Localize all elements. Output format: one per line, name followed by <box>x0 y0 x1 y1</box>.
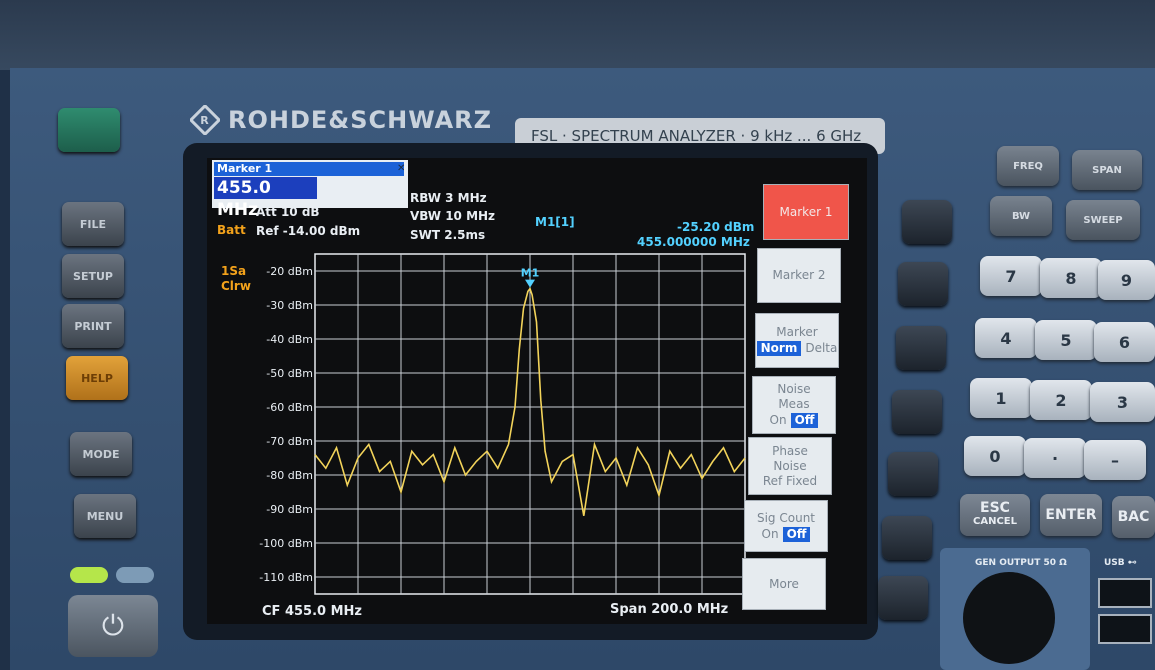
y-tick-label: -80 dBm <box>266 469 313 482</box>
side-key-1[interactable] <box>902 200 952 244</box>
batt-indicator: Batt <box>217 223 246 237</box>
file-key[interactable]: FILE <box>62 202 124 246</box>
sweep-time-readout: SWT 2.5ms <box>410 228 486 242</box>
key-minus[interactable]: – <box>1084 440 1146 480</box>
key-0[interactable]: 0 <box>964 436 1026 476</box>
y-tick-label: -100 dBm <box>259 537 313 550</box>
side-key-3[interactable] <box>896 326 946 370</box>
enter-key[interactable]: ENTER <box>1040 494 1102 536</box>
softkey-marker-mode[interactable]: Marker Norm Delta <box>755 313 839 368</box>
meas-title: Meas <box>778 397 810 411</box>
y-tick-label: -90 dBm <box>266 503 313 516</box>
side-key-7[interactable] <box>878 576 928 620</box>
attenuation-readout: Att 10 dB <box>256 205 320 219</box>
key-2[interactable]: 2 <box>1030 380 1092 420</box>
span-key[interactable]: SPAN <box>1072 150 1142 190</box>
brand-logo: R ROHDE&SCHWARZ <box>190 100 510 140</box>
softkey-marker-1[interactable]: Marker 1 <box>763 184 849 240</box>
more-label: More <box>769 576 799 591</box>
side-key-4[interactable] <box>892 390 942 434</box>
span-readout: Span 200.0 MHz <box>610 602 729 617</box>
usb-port-2[interactable] <box>1098 614 1152 644</box>
setup-key[interactable]: SETUP <box>62 254 124 298</box>
sig-count-title: Sig Count <box>756 510 816 525</box>
power-led-on <box>70 567 108 583</box>
standby-led <box>116 567 154 583</box>
ref-level-readout: Ref -14.00 dBm <box>256 224 361 238</box>
rbw-readout: RBW 3 MHz <box>410 191 487 205</box>
esc-label: ESC <box>980 500 1010 516</box>
sigcount-off-option: Off <box>782 526 811 542</box>
noise-title: Noise <box>777 382 811 396</box>
noise-subtitle: Noise <box>773 458 807 473</box>
softkey-phase-noise[interactable]: Phase Noise Ref Fixed <box>748 437 832 495</box>
trace-detector-label: Clrw <box>221 279 251 293</box>
softkey-noise-meas[interactable]: Noise Meas On Off <box>752 376 836 434</box>
freq-key[interactable]: FREQ <box>997 146 1059 186</box>
y-tick-label: -40 dBm <box>266 333 313 346</box>
ref-fixed-label: Ref Fixed <box>762 473 818 488</box>
key-3[interactable]: 3 <box>1090 382 1155 422</box>
y-tick-label: -50 dBm <box>266 367 313 380</box>
key-4[interactable]: 4 <box>975 318 1037 358</box>
y-tick-label: -20 dBm <box>266 265 313 278</box>
delta-option: Delta <box>805 341 838 355</box>
sweep-key[interactable]: SWEEP <box>1066 200 1140 240</box>
help-key[interactable]: HELP <box>66 356 128 400</box>
power-button[interactable]: ⏻ <box>68 595 158 657</box>
cancel-label: CANCEL <box>973 516 1017 527</box>
marker-frequency-input[interactable]: 455.0 MHz <box>214 177 317 220</box>
esc-cancel-key[interactable]: ESC CANCEL <box>960 494 1030 536</box>
preset-key[interactable] <box>58 108 120 152</box>
marker-level-readout: -25.20 dBm <box>677 220 755 234</box>
phase-title: Phase <box>772 443 808 458</box>
close-icon[interactable]: ✕ <box>397 163 407 175</box>
instrument-top <box>0 0 1155 70</box>
noise-off-option: Off <box>790 413 819 428</box>
marker-label: M1[1] <box>535 215 575 229</box>
y-tick-label: -60 dBm <box>266 401 313 414</box>
key-9[interactable]: 9 <box>1098 260 1155 300</box>
side-key-2[interactable] <box>898 262 948 306</box>
bw-key[interactable]: BW <box>990 196 1052 236</box>
key-8[interactable]: 8 <box>1040 258 1102 298</box>
backspace-key[interactable]: BAC <box>1112 496 1155 538</box>
softkey-marker-mode-title: Marker <box>776 325 818 339</box>
softkey-sig-count[interactable]: Sig Count On Off <box>744 500 828 552</box>
y-tick-label: -30 dBm <box>266 299 313 312</box>
dialog-title: Marker 1 <box>214 162 404 176</box>
key-decimal[interactable]: · <box>1024 438 1086 478</box>
key-1[interactable]: 1 <box>970 378 1032 418</box>
key-5[interactable]: 5 <box>1035 320 1097 360</box>
print-key[interactable]: PRINT <box>62 304 124 348</box>
spectrum-plot: -20 dBm -30 dBm -40 dBm -50 dBm -60 dBm -70 d… <box>259 253 746 595</box>
sigcount-on-option: On <box>761 526 779 541</box>
marker-1-tag: M1 <box>521 267 540 280</box>
key-7[interactable]: 7 <box>980 256 1042 296</box>
power-icon: ⏻ <box>101 609 125 642</box>
usb-label: USB ⊷ <box>1104 558 1137 568</box>
trace-mode-label: 1Sa <box>221 264 247 278</box>
gen-output-connector[interactable] <box>963 572 1055 664</box>
key-6[interactable]: 6 <box>1094 322 1155 362</box>
rs-diamond-icon: R <box>190 105 220 135</box>
y-tick-label: -110 dBm <box>259 571 313 584</box>
softkey-more[interactable]: More <box>742 558 826 610</box>
center-frequency-readout: CF 455.0 MHz <box>262 604 362 619</box>
noise-on-option: On <box>769 413 787 427</box>
menu-key[interactable]: MENU <box>74 494 136 538</box>
mode-key[interactable]: MODE <box>70 432 132 476</box>
side-key-6[interactable] <box>882 516 932 560</box>
side-key-5[interactable] <box>888 452 938 496</box>
y-tick-label: -70 dBm <box>266 435 313 448</box>
svg-text:R: R <box>200 114 209 127</box>
norm-option: Norm <box>756 341 802 356</box>
usb-port-1[interactable] <box>1098 578 1152 608</box>
brand-name: ROHDE&SCHWARZ <box>228 106 493 134</box>
softkey-marker-2[interactable]: Marker 2 <box>757 248 841 303</box>
vbw-readout: VBW 10 MHz <box>410 209 496 223</box>
gen-output-label: GEN OUTPUT 50 Ω <box>975 558 1067 568</box>
